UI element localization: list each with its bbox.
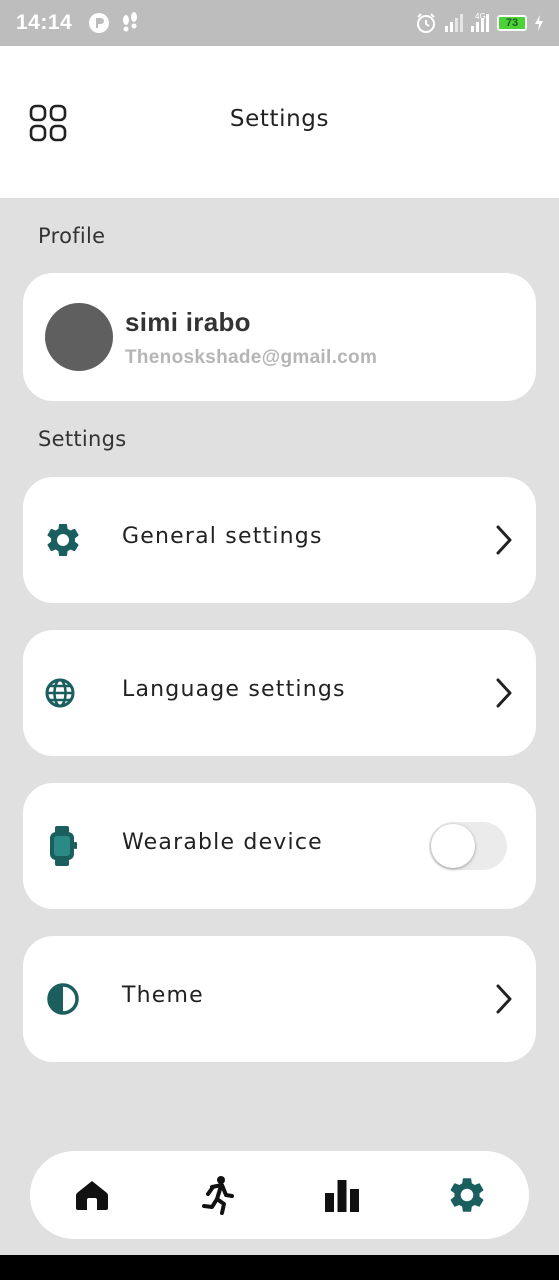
charging-icon — [535, 15, 543, 31]
general-settings-item[interactable]: General settings — [23, 477, 536, 603]
wearable-device-label: Wearable device — [122, 830, 323, 855]
bar-chart-icon — [325, 1180, 359, 1212]
wearable-device-toggle[interactable] — [429, 822, 507, 870]
theme-label: Theme — [122, 983, 204, 1008]
nav-activity[interactable] — [193, 1171, 241, 1219]
gear-icon — [450, 1178, 484, 1212]
settings-section-label: Settings — [38, 427, 127, 451]
app-header: Settings — [0, 46, 559, 198]
status-time: 14:14 — [16, 11, 73, 34]
nav-settings[interactable] — [443, 1171, 491, 1219]
gear-icon — [47, 524, 79, 556]
profile-name: simi irabo — [125, 307, 251, 337]
globe-icon — [45, 678, 75, 708]
notification-app-icon — [89, 13, 110, 33]
language-settings-item[interactable]: Language settings — [23, 630, 536, 756]
wearable-device-item: Wearable device — [23, 783, 536, 909]
profile-section-label: Profile — [38, 224, 106, 248]
theme-item[interactable]: Theme — [23, 936, 536, 1062]
chevron-right-icon — [496, 984, 512, 1014]
home-icon — [76, 1181, 108, 1210]
status-system-icons: 4G 73 — [415, 12, 543, 34]
avatar — [45, 303, 113, 371]
general-settings-label: General settings — [122, 524, 323, 549]
profile-email: Thenoskshade@gmail.com — [125, 347, 378, 368]
page-title: Settings — [229, 106, 330, 132]
status-notification-icons — [88, 12, 140, 34]
toggle-knob — [431, 824, 475, 868]
language-settings-label: Language settings — [122, 677, 346, 702]
signal-4g-icon: 4G — [471, 12, 489, 32]
chevron-right-icon — [496, 678, 512, 708]
alarm-icon — [417, 13, 435, 33]
watch-icon — [50, 826, 77, 866]
contrast-icon — [47, 983, 79, 1015]
network-type: 4G — [475, 12, 486, 21]
signal-icon — [445, 14, 463, 32]
chevron-right-icon — [496, 525, 512, 555]
nav-stats[interactable] — [318, 1171, 366, 1219]
status-bar: 14:14 4G 73 — [0, 0, 559, 46]
running-icon — [202, 1176, 234, 1215]
profile-card[interactable]: simi irabo Thenoskshade@gmail.com — [23, 273, 536, 401]
footsteps-icon — [123, 12, 138, 32]
bottom-nav — [30, 1151, 529, 1239]
system-nav-bar — [0, 1255, 559, 1280]
nav-home[interactable] — [68, 1171, 116, 1219]
battery-level: 73 — [505, 16, 519, 29]
battery-icon: 73 — [497, 15, 527, 31]
